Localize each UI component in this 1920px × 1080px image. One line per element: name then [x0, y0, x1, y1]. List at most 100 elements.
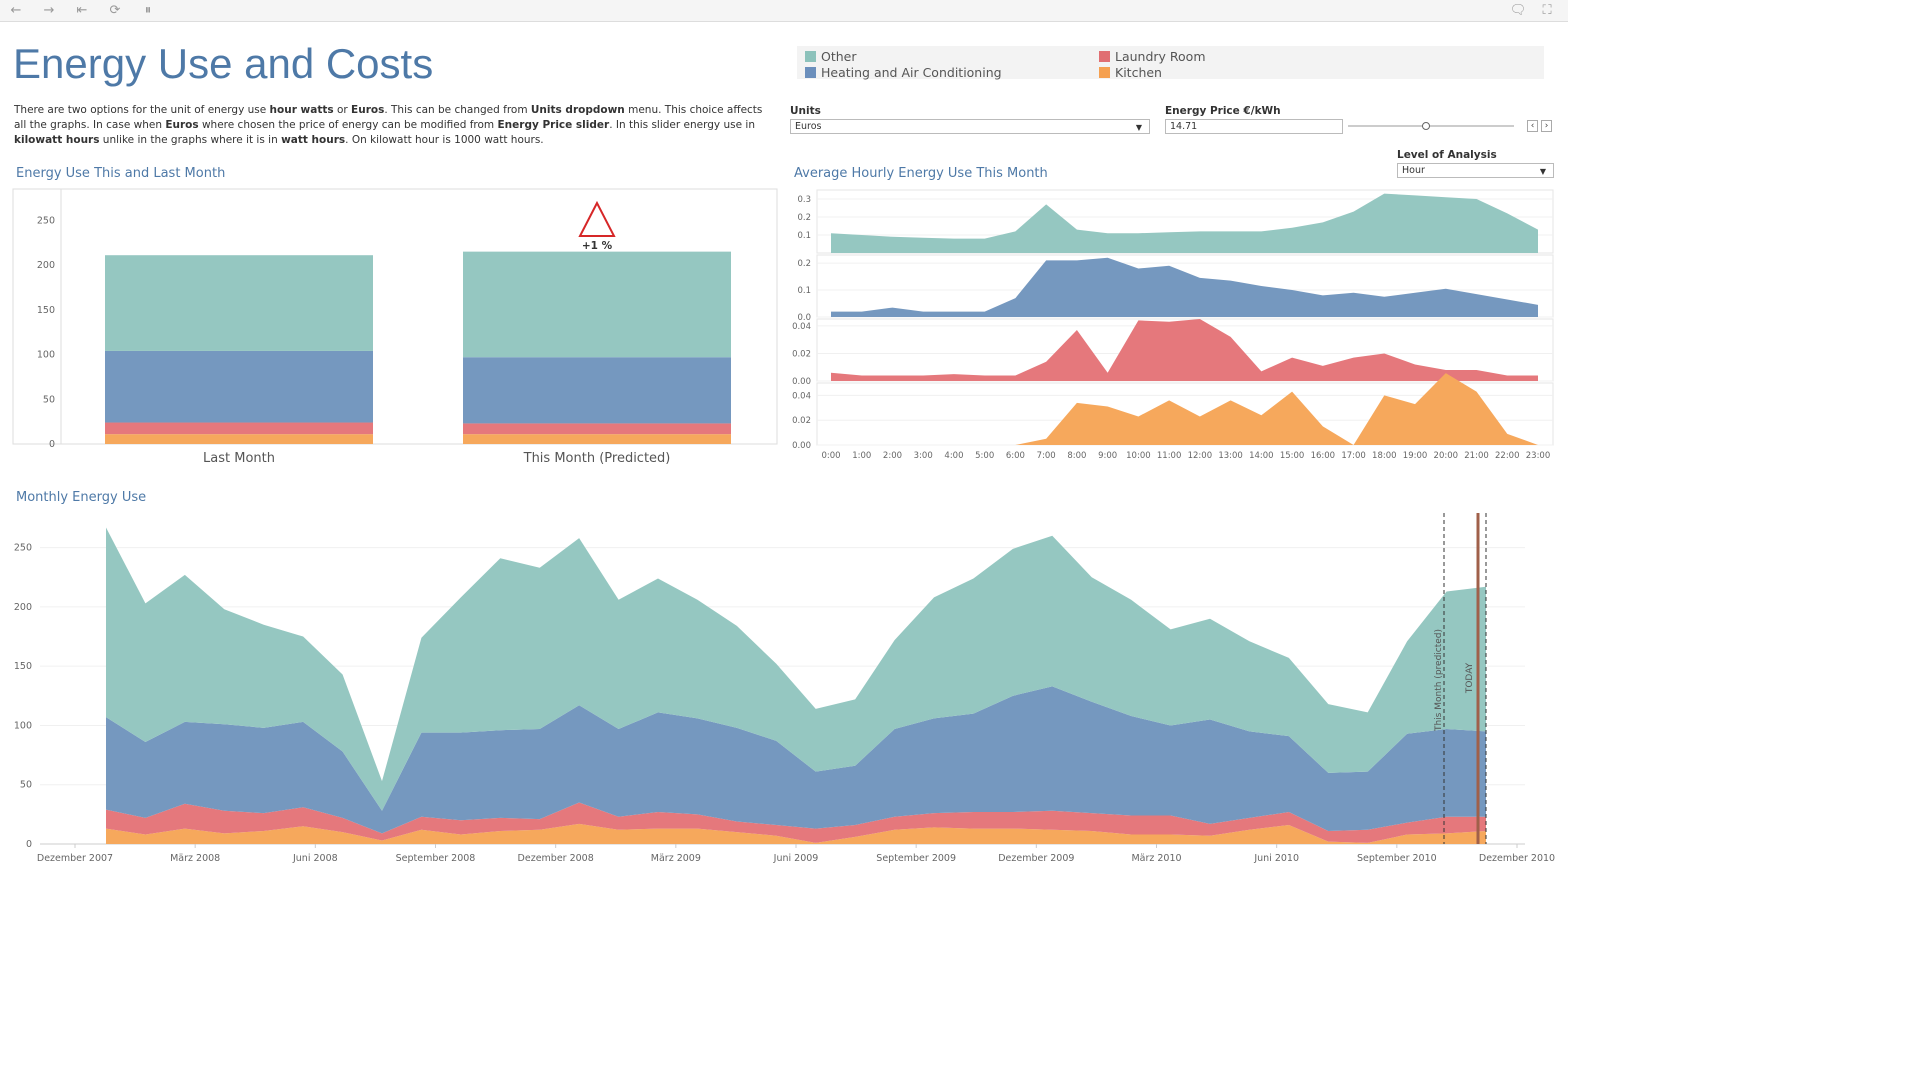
legend-swatch — [805, 67, 816, 78]
y-tick-label: 200 — [14, 602, 32, 613]
forward-icon[interactable]: → — [40, 2, 58, 19]
y-tick-label: 100 — [37, 350, 55, 361]
x-tick-label: 13:00 — [1218, 451, 1243, 461]
x-tick-label: 7:00 — [1037, 451, 1056, 461]
pause-icon[interactable]: ⏸ — [139, 2, 157, 19]
legend-label: Other — [821, 49, 857, 64]
bar-segment — [105, 255, 373, 351]
y-tick-label: 0.04 — [792, 322, 811, 332]
increment-button[interactable]: › — [1541, 120, 1552, 132]
y-tick-label: 150 — [37, 305, 55, 316]
y-tick-label: 50 — [43, 394, 55, 405]
revert-icon[interactable]: ⇤ — [73, 2, 91, 19]
x-tick-label: 23:00 — [1526, 451, 1551, 461]
x-tick-label: März 2010 — [1131, 853, 1181, 864]
x-category-label: This Month (Predicted) — [523, 451, 671, 466]
level-value: Hour — [1402, 165, 1425, 176]
fullscreen-icon[interactable]: ⛶ — [1538, 2, 1556, 19]
bar-segment — [105, 350, 373, 423]
description-segment: where chosen the price of energy can be … — [198, 119, 498, 131]
description-segment: . On kilowatt hour is 1000 watt hours. — [345, 134, 544, 146]
bar-segment — [463, 251, 731, 358]
x-tick-label: 21:00 — [1464, 451, 1489, 461]
toolbar: ← → ⇤ ⟳ ⏸ 🗨 ⛶ — [0, 0, 1568, 22]
chevron-down-icon: ▼ — [1135, 123, 1142, 132]
x-tick-label: Juni 2009 — [773, 853, 819, 864]
y-tick-label: 0 — [49, 439, 55, 450]
refresh-icon[interactable]: ⟳ — [106, 2, 124, 19]
series-area — [831, 319, 1538, 381]
slider-thumb[interactable] — [1422, 122, 1431, 130]
energy-price-slider[interactable] — [1348, 125, 1514, 127]
y-tick-label: 0.00 — [792, 441, 811, 451]
y-tick-label: 0.02 — [792, 416, 811, 426]
description-segment: There are two options for the unit of en… — [14, 104, 270, 116]
x-tick-label: 10:00 — [1126, 451, 1151, 461]
units-dropdown[interactable]: Euros ▼ — [790, 119, 1150, 134]
legend-swatch — [1099, 67, 1110, 78]
y-tick-label: 250 — [14, 543, 32, 554]
description-emphasis: kilowatt hours — [14, 134, 100, 146]
y-tick-label: 0.04 — [792, 391, 811, 401]
legend-item-other[interactable]: Other — [805, 49, 857, 64]
y-tick-label: 150 — [14, 661, 32, 672]
x-tick-label: 18:00 — [1372, 451, 1397, 461]
hourly-chart-title: Average Hourly Energy Use This Month — [794, 166, 1048, 181]
level-of-analysis-dropdown[interactable]: Hour ▼ — [1397, 163, 1554, 178]
x-tick-label: 4:00 — [944, 451, 963, 461]
y-tick-label: 0 — [26, 839, 32, 850]
x-tick-label: 11:00 — [1157, 451, 1182, 461]
x-tick-label: März 2008 — [170, 853, 220, 864]
energy-price-input[interactable]: 14.71 — [1165, 119, 1343, 134]
x-tick-label: 2:00 — [883, 451, 902, 461]
x-category-label: Last Month — [203, 451, 275, 466]
description-emphasis: hour watts — [269, 104, 334, 116]
y-tick-label: 250 — [37, 215, 55, 226]
bar-segment — [463, 357, 731, 424]
page-title: Energy Use and Costs — [13, 40, 434, 87]
bar-segment — [105, 434, 373, 444]
x-tick-label: 6:00 — [1006, 451, 1025, 461]
x-tick-label: 16:00 — [1311, 451, 1336, 461]
x-tick-label: 3:00 — [914, 451, 933, 461]
y-tick-label: 100 — [14, 720, 32, 731]
description-segment: . In this slider energy use in — [609, 119, 755, 131]
x-tick-label: 19:00 — [1403, 451, 1428, 461]
y-tick-label: 50 — [20, 780, 32, 791]
legend-label: Laundry Room — [1115, 49, 1206, 64]
decrement-button[interactable]: ‹ — [1527, 120, 1538, 132]
x-tick-label: März 2009 — [651, 853, 701, 864]
description-segment: . This can be changed from — [384, 104, 531, 116]
description-text: There are two options for the unit of en… — [14, 103, 774, 148]
y-tick-label: 0.3 — [797, 195, 811, 205]
x-tick-label: 12:00 — [1188, 451, 1213, 461]
color-legend: Other Laundry Room Heating and Air Condi… — [797, 46, 1544, 80]
x-tick-label: Juni 2010 — [1253, 853, 1299, 864]
marker-label-today: TODAY — [1465, 662, 1475, 694]
description-segment: or — [333, 104, 352, 116]
x-tick-label: Dezember 2007 — [37, 853, 113, 864]
legend-item-kitchen[interactable]: Kitchen — [1099, 65, 1162, 80]
change-annotation: +1 % — [582, 240, 613, 252]
x-tick-label: 14:00 — [1249, 451, 1274, 461]
back-icon[interactable]: ← — [7, 2, 25, 19]
legend-item-laundry-room[interactable]: Laundry Room — [1099, 49, 1206, 64]
x-tick-label: 1:00 — [852, 451, 871, 461]
x-tick-label: September 2009 — [876, 853, 956, 864]
description-segment: unlike in the graphs where it is in — [99, 134, 282, 146]
series-area — [831, 373, 1538, 445]
monthly-chart: 0 50 100 150 200 250 Dezember 2007 März 2008 Jun… — [14, 513, 1555, 864]
comment-icon[interactable]: 🗨 — [1509, 2, 1527, 19]
legend-label: Kitchen — [1115, 65, 1162, 80]
bar-segment — [105, 422, 373, 435]
legend-item-heating[interactable]: Heating and Air Conditioning — [805, 65, 1002, 80]
x-tick-label: September 2008 — [396, 853, 476, 864]
series-area — [831, 257, 1538, 317]
bar-chart-title: Energy Use This and Last Month — [16, 166, 226, 181]
y-tick-label: 0.1 — [797, 231, 811, 241]
legend-swatch — [805, 51, 816, 62]
warning-triangle-icon — [578, 200, 616, 237]
bar-segment — [463, 434, 731, 444]
legend-swatch — [1099, 51, 1110, 62]
x-tick-label: 15:00 — [1280, 451, 1305, 461]
